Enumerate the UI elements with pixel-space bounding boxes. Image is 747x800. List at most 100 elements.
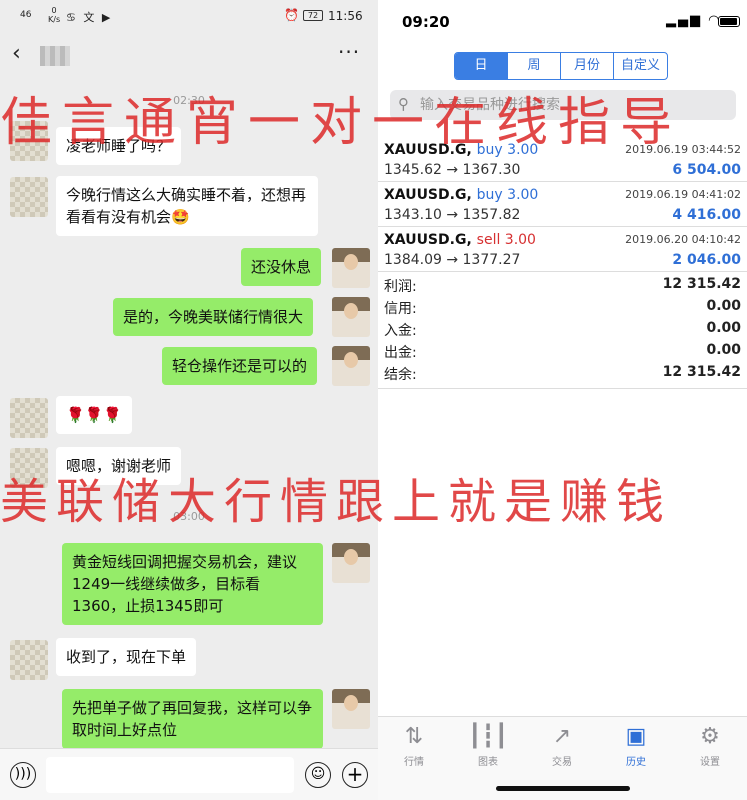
my-avatar[interactable] — [332, 543, 370, 583]
message-input[interactable] — [46, 757, 294, 793]
message-bubble[interactable]: 凌老师睡了吗？ — [56, 127, 182, 165]
deal-type: sell 3.00 — [477, 232, 536, 248]
message-bubble[interactable]: 是的，今晚美联储行情很大 — [113, 298, 314, 336]
summary-value: 0.00 — [706, 320, 741, 336]
deal-profit: 4 416.00 — [672, 207, 741, 223]
deal-prices: 1345.62 → 1367.30 — [384, 162, 521, 178]
candles-icon: ┃┇┃ — [468, 724, 508, 749]
deal-profit: 6 504.00 — [672, 162, 741, 178]
tab-label: 行情 — [404, 757, 424, 768]
arrows-icon: ⇅ — [404, 724, 424, 749]
deal-type: buy 3.00 — [477, 187, 539, 203]
deal-type-text: buy — [476, 142, 503, 158]
divider — [378, 388, 747, 389]
deal-row[interactable]: XAUUSD.G, buy 3.00 2019.06.19 03:44:52 1… — [378, 138, 747, 182]
battery-icon — [718, 16, 740, 27]
summary-row-balance: 结余: 12 315.42 — [378, 362, 747, 384]
message-bubble[interactable]: 先把单子做了再回复我，这样可以争取时间上好点位 — [62, 689, 323, 749]
signal-icon: 46 — [20, 10, 32, 20]
tab-trade[interactable]: ↗ 交易 — [532, 723, 592, 768]
ios-status-bar: 09:20 ▂▄▆ ◠ — [378, 0, 747, 42]
alarm-icon: ⏰ — [284, 8, 299, 22]
chat-input-bar: ))) ☺ + — [0, 748, 378, 800]
deal-symbol: XAUUSD.G, buy 3.00 — [384, 142, 538, 158]
tab-settings[interactable]: ⚙ 设置 — [680, 723, 740, 768]
my-avatar[interactable] — [332, 346, 370, 386]
summary-row-withdrawal: 出金: 0.00 — [378, 340, 747, 362]
timestamp: 02:30 — [173, 94, 205, 107]
chat-header: ‹ ··· — [0, 34, 378, 76]
plus-icon[interactable]: + — [342, 762, 368, 788]
summary-value: 0.00 — [706, 298, 741, 314]
trade-icon: ↗ — [552, 724, 572, 749]
summary-row-profit: 利润: 12 315.42 — [378, 274, 747, 296]
account-summary: 利润: 12 315.42 信用: 0.00 入金: 0.00 出金: 0.00 结余:… — [378, 274, 747, 384]
summary-value: 0.00 — [706, 342, 741, 358]
period-segmented-control: 日 周 月份 自定义 — [454, 52, 668, 80]
contact-avatar[interactable] — [10, 398, 48, 438]
contact-avatar[interactable] — [10, 177, 48, 217]
deal-symbol: XAUUSD.G, sell 3.00 — [384, 232, 536, 248]
contact-avatar[interactable] — [10, 448, 48, 488]
home-indicator[interactable] — [496, 786, 630, 791]
voice-icon[interactable]: ))) — [10, 762, 36, 788]
search-input[interactable] — [420, 94, 720, 116]
deal-type-text: buy — [476, 187, 503, 203]
my-avatar[interactable] — [332, 689, 370, 729]
emoji-icon[interactable]: ☺ — [305, 762, 331, 788]
summary-value: 12 315.42 — [662, 276, 741, 292]
segment-custom[interactable]: 自定义 — [614, 53, 667, 79]
deal-row[interactable]: XAUUSD.G, sell 3.00 2019.06.20 04:10:42 … — [378, 228, 747, 272]
deal-symbol: XAUUSD.G, buy 3.00 — [384, 187, 538, 203]
deal-type-text: sell — [476, 232, 501, 248]
summary-value: 12 315.42 — [662, 364, 741, 380]
search-icon: ⚲ — [398, 95, 409, 113]
message-bubble[interactable]: 轻仓操作还是可以的 — [162, 347, 318, 385]
tab-quotes[interactable]: ⇅ 行情 — [384, 723, 444, 768]
segment-month[interactable]: 月份 — [561, 53, 614, 79]
status-time: 11:56 — [328, 9, 363, 23]
android-status-bar: 46 0 K/s ♋ 文 ▶ ⏰ 72 11:56 — [0, 0, 378, 34]
symbol-text: XAUUSD.G, — [384, 142, 472, 158]
tab-history[interactable]: ▣ 历史 — [606, 723, 666, 768]
my-avatar[interactable] — [332, 297, 370, 337]
summary-label: 利润: — [384, 279, 417, 295]
message-bubble[interactable]: 还没休息 — [241, 248, 322, 286]
summary-label: 出金: — [384, 345, 417, 361]
segment-week[interactable]: 周 — [508, 53, 561, 79]
tab-label: 交易 — [552, 757, 572, 768]
deal-row[interactable]: XAUUSD.G, buy 3.00 2019.06.19 04:41:02 1… — [378, 183, 747, 227]
chat-panel: 46 0 K/s ♋ 文 ▶ ⏰ 72 11:56 ‹ ··· 02:30 凌老师… — [0, 0, 378, 800]
deal-type: buy 3.00 — [477, 142, 539, 158]
tab-label: 设置 — [700, 757, 720, 768]
deal-volume: 3.00 — [504, 232, 536, 248]
message-bubble[interactable]: 今晚行情这么大确实睡不着，还想再看看有没有机会🤩 — [56, 176, 318, 236]
message-bubble[interactable]: 收到了，现在下单 — [56, 638, 197, 676]
symbol-search: ⚲ — [390, 90, 736, 120]
network-speed-value: 0 — [51, 6, 57, 15]
summary-label: 结余: — [384, 367, 417, 383]
message-bubble[interactable]: 🌹🌹🌹 — [56, 396, 133, 434]
signal-wifi-icons: ▂▄▆ ◠ — [666, 13, 722, 28]
my-avatar[interactable] — [332, 248, 370, 288]
message-bubble[interactable]: 嗯嗯，谢谢老师 — [56, 447, 182, 485]
deal-datetime: 2019.06.19 04:41:02 — [625, 188, 741, 201]
more-icon[interactable]: ··· — [338, 40, 360, 64]
message-bubble[interactable]: 黄金短线回调把握交易机会，建议1249一线继续做多，目标看1360，止损1345… — [62, 543, 323, 625]
timestamp: 03:00 — [173, 510, 205, 523]
back-icon[interactable]: ‹ — [12, 42, 32, 66]
contact-avatar[interactable] — [10, 640, 48, 680]
tab-label: 历史 — [626, 757, 646, 768]
deal-prices: 1384.09 → 1377.27 — [384, 252, 521, 268]
notification-icons: ♋ 文 ▶ — [66, 11, 113, 24]
summary-row-credit: 信用: 0.00 — [378, 296, 747, 318]
deal-volume: 3.00 — [507, 187, 539, 203]
segment-day[interactable]: 日 — [455, 53, 508, 79]
deal-profit: 2 046.00 — [672, 252, 741, 268]
tab-chart[interactable]: ┃┇┃ 图表 — [458, 723, 518, 768]
deal-prices: 1343.10 → 1357.82 — [384, 207, 521, 223]
contact-avatar[interactable] — [10, 121, 48, 161]
network-speed-unit: K/s — [48, 15, 61, 24]
summary-label: 入金: — [384, 323, 417, 339]
contact-name-blurred — [40, 46, 70, 66]
